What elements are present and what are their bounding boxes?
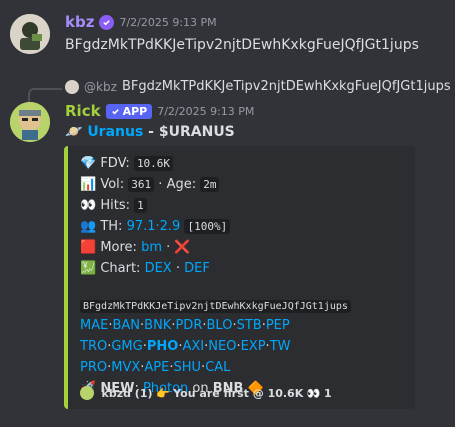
eyes-icon: 👀 [80,198,97,213]
yen-chart-icon: 💹 [80,261,97,276]
chart-bar-icon: 📊 [80,177,97,192]
dex-link[interactable]: DEX [145,261,172,276]
hits-row: 👀 Hits: 1 [80,198,147,213]
def-link[interactable]: DEF [184,261,210,276]
quick-link-tro[interactable]: TRO [80,339,107,354]
avatar-rick[interactable] [10,102,50,142]
menu-icon: 🟥 [80,240,97,255]
links-row-1: MAE·BAN·BNK·PDR·BLO·STB·PEP [80,318,290,333]
hits-value: 1 [134,198,147,213]
embed-footer: kbzd (1) 👉 You are first @ 10.6K 👀 1 [80,386,332,400]
token-embed: 💎 FDV: 10.6K 📊 Vol: 361 · Age: 2m 👀 Hits… [64,146,415,409]
contract-address[interactable]: BFgdzMkTPdKKJeTipv2njtDEwhKxkgFueJQfJGt1… [80,300,351,313]
quick-link-neo[interactable]: NEO [208,339,236,354]
gem-icon: 💎 [80,156,97,171]
footer-user: kbzd (1) [101,387,153,400]
message-kbz: kbz 7/2/2025 9:13 PM BFgdzMkTPdKKJeTipv2… [0,0,455,68]
th-value-link[interactable]: 97.1·2.9 [127,219,181,234]
bm-link[interactable]: bm [141,240,162,255]
eyes-icon: 👀 [306,387,324,400]
quick-link-pdr[interactable]: PDR [175,318,202,333]
links-row-3: PRO·MVX·APE·SHU·CAL [80,360,230,375]
age-value: 2m [200,177,220,192]
quick-link-blo[interactable]: BLO [207,318,233,333]
reply-author[interactable]: @kbz [84,80,117,94]
message-content: BFgdzMkTPdKKJeTipv2njtDEwhKxkgFueJQfJGt1… [65,37,419,53]
quick-link-tw[interactable]: TW [270,339,291,354]
th-percent: [100%] [184,219,231,234]
author-name[interactable]: kbz [65,13,94,31]
reply-avatar [65,80,79,94]
footer-avatar [80,386,94,400]
fdv-row: 💎 FDV: 10.6K [80,156,174,171]
footer-count: 1 [323,387,332,400]
verified-badge-icon [99,14,115,30]
avatar-kbz[interactable] [10,14,50,54]
quick-link-shu[interactable]: SHU [174,360,202,375]
quick-link-cal[interactable]: CAL [205,360,230,375]
contract-row: BFgdzMkTPdKKJeTipv2njtDEwhKxkgFueJQfJGt1… [80,298,351,313]
timestamp: 7/2/2025 9:13 PM [119,15,217,29]
vol-value: 361 [128,177,155,192]
token-title: 🪐 Uranus - $URANUS [65,124,235,140]
people-icon: 👥 [80,219,97,234]
more-row: 🟥 More: bm · ❌ [80,240,191,255]
quick-link-exp[interactable]: EXP [241,339,266,354]
vol-row: 📊 Vol: 361 · Age: 2m [80,177,220,192]
quick-link-ban[interactable]: BAN [112,318,140,333]
quick-link-gmg[interactable]: GMG [111,339,142,354]
reply-reference[interactable]: @kbz BFgdzMkTPdKKJeTipv2njtDEwhKxkgFueJQ… [0,78,455,102]
hand-point-icon: 👉 [156,387,174,400]
quick-link-axi[interactable]: AXI [182,339,204,354]
th-row: 👥 TH: 97.1·2.9 [100%] [80,219,231,234]
quick-link-ape[interactable]: APE [144,360,169,375]
app-badge: APP [105,103,153,119]
fdv-value: 10.6K [133,156,174,171]
quick-link-mvx[interactable]: MVX [111,360,140,375]
no-x-icon[interactable]: ❌ [174,240,190,255]
footer-text: You are first @ 10.6K [173,387,304,400]
token-name-link[interactable]: Uranus [87,124,143,140]
quick-link-mae[interactable]: MAE [80,318,108,333]
token-ticker: $URANUS [158,124,235,140]
chart-row: 💹 Chart: DEX · DEF [80,261,210,276]
message-rick: Rick APP 7/2/2025 9:13 PM 🪐 Uranus - $UR… [0,96,455,427]
timestamp: 7/2/2025 9:13 PM [157,104,255,118]
quick-link-pho[interactable]: PHO [147,339,178,354]
quick-link-pro[interactable]: PRO [80,360,107,375]
quick-link-stb[interactable]: STB [237,318,262,333]
quick-link-pep[interactable]: PEP [266,318,290,333]
quick-link-bnk[interactable]: BNK [144,318,171,333]
links-row-2: TRO·GMG·PHO·AXI·NEO·EXP·TW [80,339,290,354]
reply-content[interactable]: BFgdzMkTPdKKJeTipv2njtDEwhKxkgFueJQfJGt1… [122,79,451,94]
author-name[interactable]: Rick [65,102,101,120]
check-icon [111,108,119,114]
planet-icon: 🪐 [65,124,83,140]
